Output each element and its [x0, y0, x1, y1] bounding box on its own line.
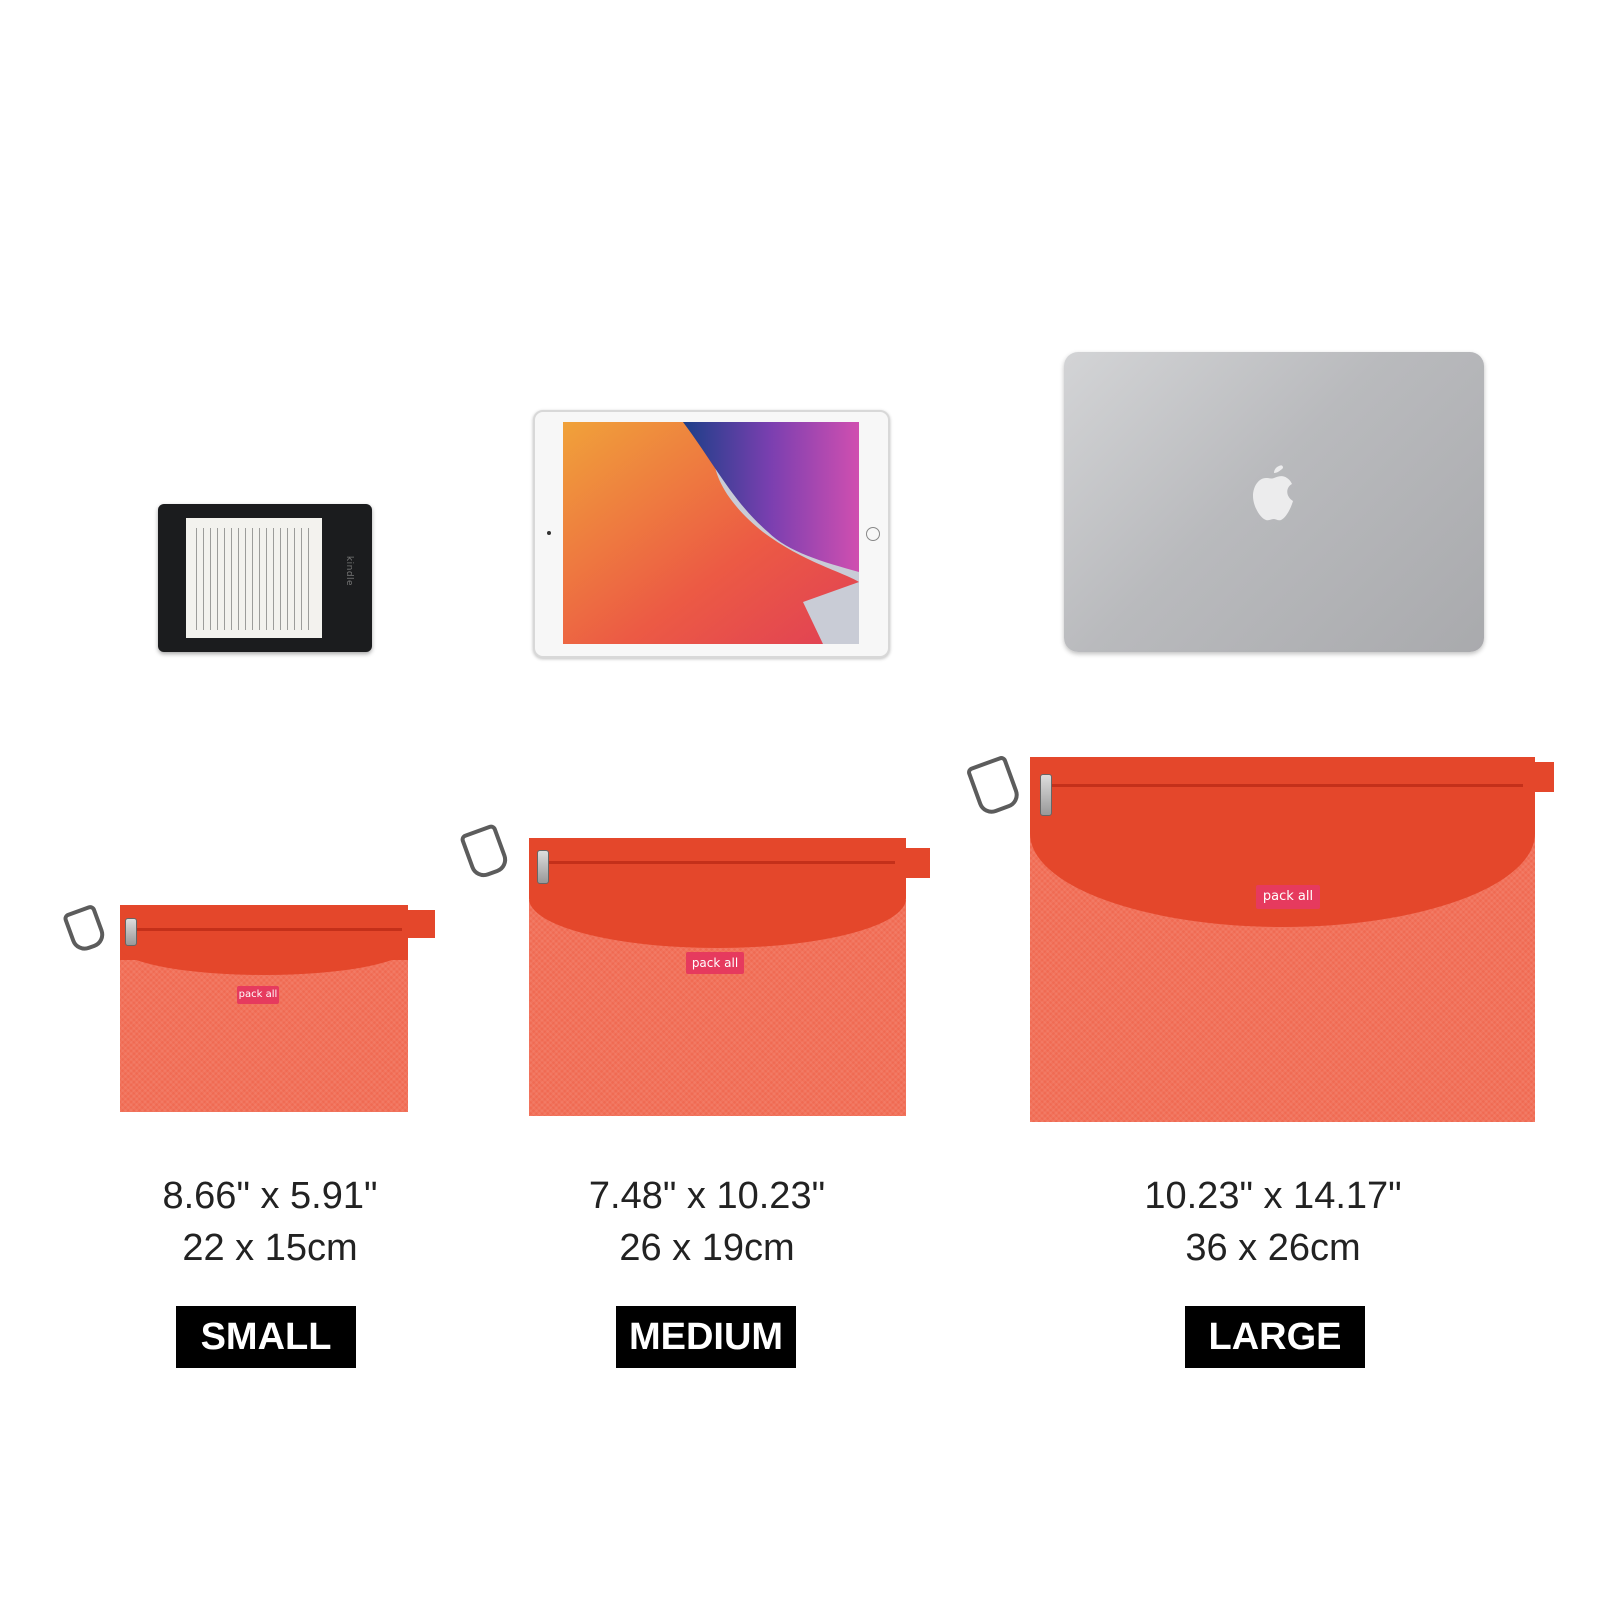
kindle-screen — [186, 518, 322, 638]
pouch-medium-flap — [529, 838, 906, 948]
macbook-device — [1064, 352, 1484, 652]
ipad-device — [533, 410, 890, 658]
carabiner-icon — [965, 754, 1023, 818]
size-label-small: SMALL — [176, 1306, 356, 1368]
carabiner-icon — [458, 822, 512, 882]
medium-cm: 26 x 19cm — [619, 1227, 795, 1269]
brand-tag-small: pack all — [237, 986, 279, 1004]
zipper-pull-icon — [125, 918, 137, 946]
size-label-large: LARGE — [1185, 1306, 1365, 1368]
zipper-pull-icon — [537, 850, 549, 884]
ipad-screen — [563, 422, 859, 644]
large-dimensions: 10.23" x 14.17" 36 x 26cm — [1073, 1170, 1473, 1274]
pouch-large-zipper — [1048, 784, 1523, 787]
medium-inches: 7.48" x 10.23" — [588, 1175, 826, 1217]
kindle-brand-label: kindle — [343, 555, 354, 587]
brand-tag-medium: pack all — [686, 952, 744, 974]
small-cm: 22 x 15cm — [182, 1227, 358, 1269]
zipper-pull-icon — [1040, 774, 1052, 816]
kindle-device: kindle — [158, 504, 372, 652]
large-cm: 36 x 26cm — [1185, 1227, 1361, 1269]
pouch-small-mesh — [120, 960, 408, 1112]
size-label-medium: MEDIUM — [616, 1306, 796, 1368]
pouch-small-flap — [120, 905, 408, 975]
kindle-text-lines — [196, 528, 312, 630]
apple-logo-icon — [1253, 465, 1293, 521]
small-inches: 8.66" x 5.91" — [162, 1175, 378, 1217]
ipad-wallpaper — [563, 422, 859, 644]
large-inches: 10.23" x 14.17" — [1144, 1175, 1402, 1217]
small-dimensions: 8.66" x 5.91" 22 x 15cm — [70, 1170, 470, 1274]
ipad-camera — [547, 531, 551, 535]
ipad-home-button — [866, 527, 880, 541]
pouch-small-zipper — [132, 928, 402, 931]
brand-tag-large: pack all — [1256, 885, 1320, 909]
carabiner-icon — [61, 903, 109, 955]
pouch-medium-zipper — [545, 861, 895, 864]
medium-dimensions: 7.48" x 10.23" 26 x 19cm — [507, 1170, 907, 1274]
